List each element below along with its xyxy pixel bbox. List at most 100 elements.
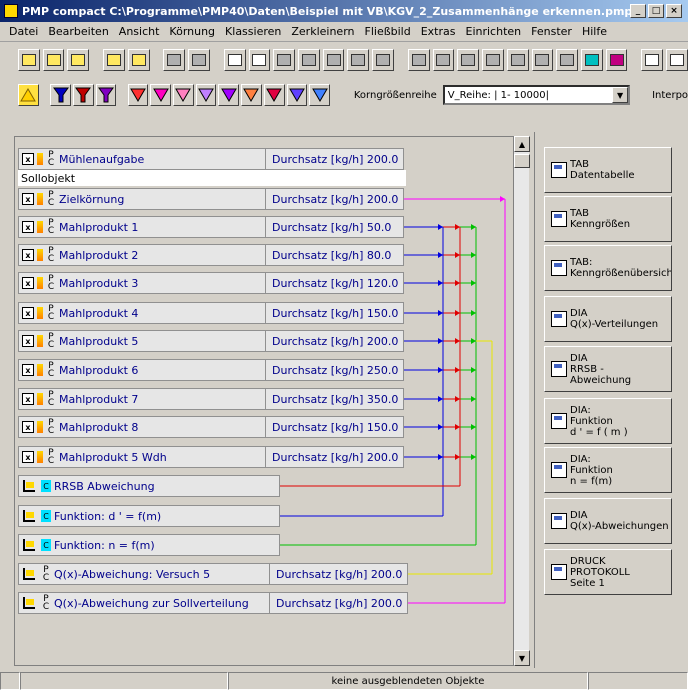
object-row[interactable]: x P C Mahlprodukt 1 Durchsatz [kg/h] 50.0 xyxy=(18,216,404,238)
view8-button[interactable] xyxy=(580,49,603,71)
menu-ansicht[interactable]: Ansicht xyxy=(114,25,165,38)
funnel-blue-button[interactable] xyxy=(50,84,71,106)
object-name-cell[interactable]: x P C Mahlprodukt 2 xyxy=(18,244,266,266)
object-row[interactable]: x P C Mahlprodukt 6 Durchsatz [kg/h] 250.0 xyxy=(18,359,404,381)
import-button[interactable] xyxy=(103,49,125,71)
function-name-cell[interactable]: C Funktion: n = f(m) xyxy=(18,534,280,556)
mill-lilac-button[interactable] xyxy=(195,84,217,106)
menu-fenster[interactable]: Fenster xyxy=(526,25,577,38)
mill-magenta-button[interactable] xyxy=(150,84,172,106)
menu-zerkleinern[interactable]: Zerkleinern xyxy=(286,25,359,38)
function-row[interactable]: C RRSB Abweichung xyxy=(18,475,280,497)
print-preview-button[interactable] xyxy=(188,49,210,71)
report-button[interactable]: TAB: Kenngrößenübersicht xyxy=(544,245,672,291)
function-row[interactable]: C Funktion: n = f(m) xyxy=(18,534,280,556)
scroll-down-icon[interactable]: ▼ xyxy=(514,650,530,666)
object-name-cell[interactable]: x P C Mahlprodukt 7 xyxy=(18,388,266,410)
mill-pink-button[interactable] xyxy=(173,84,194,106)
mill-crimson-button[interactable] xyxy=(263,84,285,106)
paste-button[interactable] xyxy=(273,49,296,71)
object-row[interactable]: x P C Mahlprodukt 4 Durchsatz [kg/h] 150.0 xyxy=(18,302,404,324)
distribute-button[interactable] xyxy=(372,49,394,71)
object-row[interactable]: x P C Mahlprodukt 5 Durchsatz [kg/h] 200.0 xyxy=(18,330,404,352)
view3-button[interactable] xyxy=(457,49,480,71)
undo-button[interactable] xyxy=(298,49,320,71)
align-button[interactable] xyxy=(347,49,370,71)
object-name-cell[interactable]: x P C Mahlprodukt 5 Wdh xyxy=(18,446,266,468)
report-button[interactable]: DIA Q(x)-Abweichungen xyxy=(544,498,672,544)
object-row[interactable]: x P C Mahlprodukt 8 Durchsatz [kg/h] 150.0 xyxy=(18,416,404,438)
function-name-cell[interactable]: C RRSB Abweichung xyxy=(18,475,280,497)
object-row[interactable]: x P C Mahlprodukt 7 Durchsatz [kg/h] 350.0 xyxy=(18,388,404,410)
object-name-cell[interactable]: x P C Zielkörnung xyxy=(18,188,266,210)
menu-bearbeiten[interactable]: Bearbeiten xyxy=(43,25,113,38)
save-project-button[interactable] xyxy=(67,49,90,71)
tool-a-button[interactable] xyxy=(641,49,664,71)
qx-name-cell[interactable]: P C Q(x)-Abweichung zur Sollverteilung xyxy=(18,592,270,614)
object-row[interactable]: x P C Mahlprodukt 5 Wdh Durchsatz [kg/h] 200… xyxy=(18,446,404,468)
report-button[interactable]: DIA Q(x)-Verteilungen xyxy=(544,296,672,342)
object-row[interactable]: x P C Mahlprodukt 3 Durchsatz [kg/h] 120.0 xyxy=(18,272,404,294)
object-name-cell[interactable]: x P C Mahlprodukt 8 xyxy=(18,416,266,438)
delete-button[interactable] xyxy=(322,49,345,71)
qx-row[interactable]: P C Q(x)-Abweichung zur Sollverteilung Durc… xyxy=(18,592,408,614)
print-button[interactable] xyxy=(163,49,186,71)
export-button[interactable] xyxy=(127,49,150,71)
tool-b-button[interactable] xyxy=(666,49,688,71)
report-button[interactable]: TAB Datentabelle xyxy=(544,147,672,193)
chevron-down-icon[interactable]: ▼ xyxy=(612,87,629,103)
mill-red-button[interactable] xyxy=(127,84,149,106)
object-row[interactable]: x P C Mahlprodukt 2 Durchsatz [kg/h] 80.0 xyxy=(18,244,404,266)
menu-klassieren[interactable]: Klassieren xyxy=(220,25,286,38)
minimize-button[interactable]: _ xyxy=(630,4,646,18)
view6-button[interactable] xyxy=(531,49,554,71)
cut-button[interactable] xyxy=(223,49,246,71)
qx-row[interactable]: P C Q(x)-Abweichung: Versuch 5 Durchsatz [k… xyxy=(18,563,408,585)
mill-blue-button[interactable] xyxy=(309,84,330,106)
maximize-button[interactable]: □ xyxy=(648,4,664,18)
view9-button[interactable] xyxy=(605,49,628,71)
menu-fliessbild[interactable]: Fließbild xyxy=(360,25,416,38)
close-button[interactable]: × xyxy=(666,4,682,18)
open-folder-button[interactable] xyxy=(18,49,40,71)
function-row[interactable]: C Funktion: d ' = f(m) xyxy=(18,505,280,527)
menu-einrichten[interactable]: Einrichten xyxy=(461,25,527,38)
mill-indigo-button[interactable] xyxy=(286,84,308,106)
mill-violet-button[interactable] xyxy=(218,84,240,106)
function-name-cell[interactable]: C Funktion: d ' = f(m) xyxy=(18,505,280,527)
object-name-cell[interactable]: x P C Mahlprodukt 4 xyxy=(18,302,266,324)
object-row[interactable]: x P C Mühlenaufgabe Durchsatz [kg/h] 200.0 xyxy=(18,148,404,170)
view1-button[interactable] xyxy=(407,49,430,71)
funnel-purple-button[interactable] xyxy=(95,84,117,106)
view4-button[interactable] xyxy=(482,49,504,71)
report-button[interactable]: DIA: Funktion n = f(m) xyxy=(544,447,672,493)
menu-datei[interactable]: Datei xyxy=(4,25,43,38)
scroll-thumb[interactable] xyxy=(514,154,530,168)
object-name-cell[interactable]: x P C Mühlenaufgabe xyxy=(18,148,266,170)
korngroessenreihe-select[interactable]: V_Reihe: | 1- 10000| ▼ xyxy=(442,85,631,105)
view7-button[interactable] xyxy=(556,49,578,71)
scroll-up-icon[interactable]: ▲ xyxy=(514,136,530,152)
open-project-button[interactable] xyxy=(42,49,65,71)
menu-extras[interactable]: Extras xyxy=(416,25,461,38)
qx-name-cell[interactable]: P C Q(x)-Abweichung: Versuch 5 xyxy=(18,563,270,585)
view5-button[interactable] xyxy=(506,49,529,71)
report-button[interactable]: DIA RRSB - Abweichung xyxy=(544,346,672,392)
triangle-yellow-button[interactable] xyxy=(18,84,39,106)
report-button[interactable]: DRUCK PROTOKOLL Seite 1 xyxy=(544,549,672,595)
menu-koernung[interactable]: Körnung xyxy=(164,25,220,38)
object-name-cell[interactable]: x P C Mahlprodukt 3 xyxy=(18,272,266,294)
object-name-cell[interactable]: x P C Mahlprodukt 6 xyxy=(18,359,266,381)
korngroessenreihe-label: Korngrößenreihe xyxy=(353,89,437,101)
report-button[interactable]: TAB Kenngrößen xyxy=(544,196,672,242)
copy-button[interactable] xyxy=(248,49,271,71)
funnel-red-button[interactable] xyxy=(72,84,94,106)
menu-hilfe[interactable]: Hilfe xyxy=(577,25,612,38)
object-name-cell[interactable]: x P C Mahlprodukt 1 xyxy=(18,216,266,238)
report-button[interactable]: DIA: Funktion d ' = f ( m ) xyxy=(544,398,672,444)
vertical-scrollbar[interactable]: ▲ ▼ xyxy=(513,136,530,666)
object-row[interactable]: x P C Zielkörnung Durchsatz [kg/h] 200.0 xyxy=(18,188,404,210)
mill-orange-button[interactable] xyxy=(241,84,262,106)
view2-button[interactable] xyxy=(432,49,455,71)
object-name-cell[interactable]: x P C Mahlprodukt 5 xyxy=(18,330,266,352)
